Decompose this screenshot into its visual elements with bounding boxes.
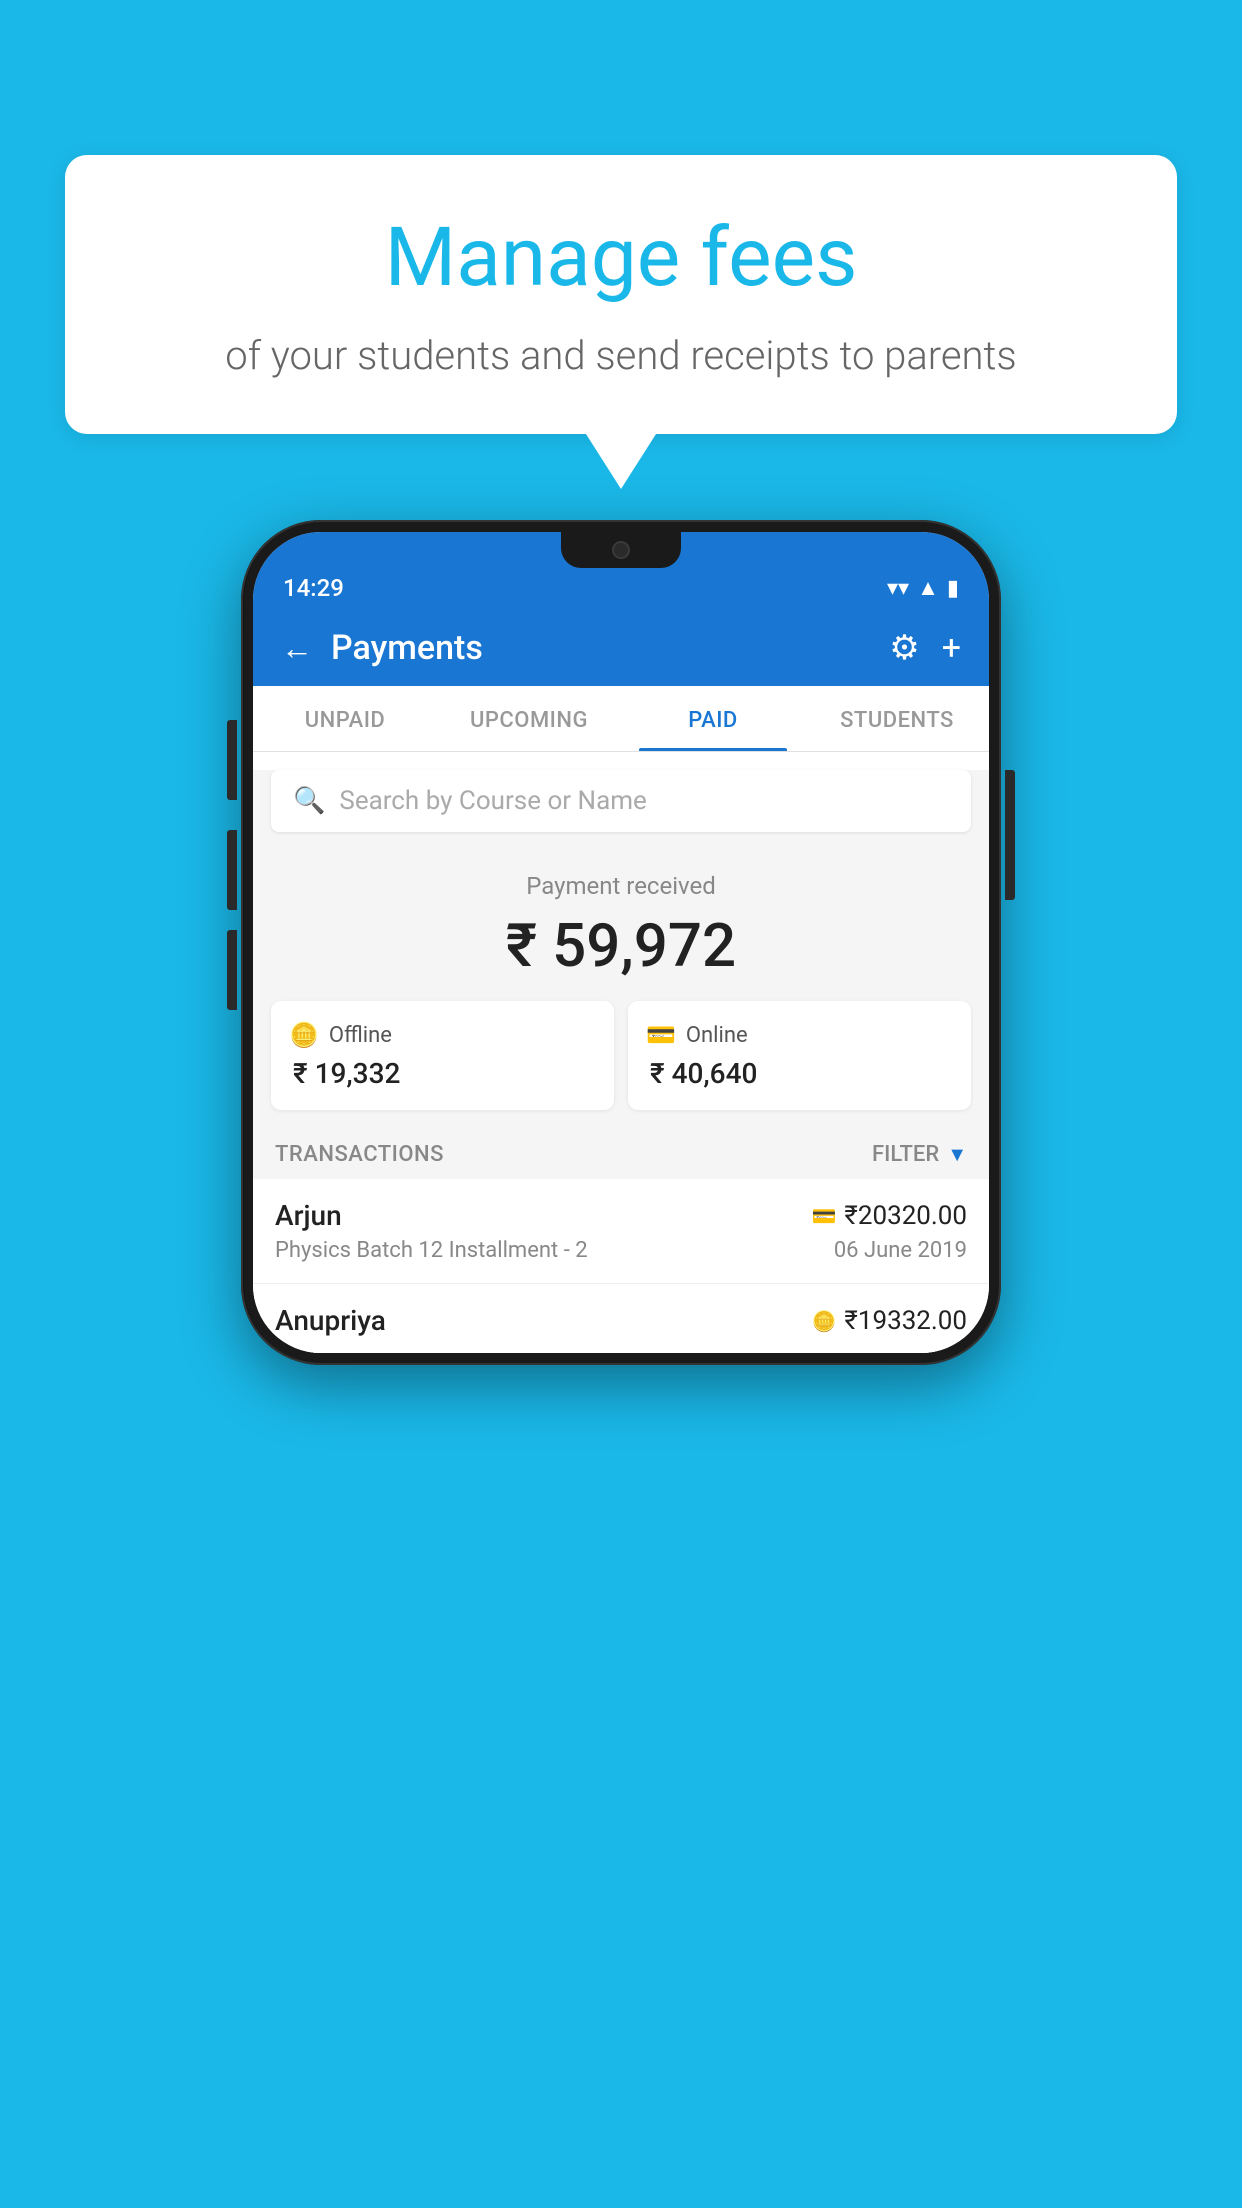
tabs: UNPAID UPCOMING PAID STUDENTS (253, 686, 989, 752)
app-bar-right: ⚙ + (889, 628, 961, 668)
phone-container: 14:29 ▾▾ ▲ ▮ ← Payments ⚙ + (241, 520, 1001, 1365)
payment-received-label: Payment received (273, 872, 969, 900)
online-icon: 💳 (646, 1021, 676, 1049)
transaction-amount-row-2: 🪙 ₹19332.00 (812, 1306, 968, 1336)
offline-card: 🪙 Offline ₹ 19,332 (271, 1001, 614, 1110)
card-payment-icon: 💳 (812, 1204, 837, 1228)
speech-bubble-container: Manage fees of your students and send re… (65, 155, 1177, 489)
offline-card-header: 🪙 Offline (289, 1021, 596, 1049)
search-bar[interactable]: 🔍 Search by Course or Name (271, 770, 971, 832)
add-button[interactable]: + (942, 628, 961, 668)
transaction-row-1-partial: Anupriya 🪙 ₹19332.00 (275, 1304, 967, 1337)
cash-payment-icon: 🪙 (812, 1309, 837, 1333)
payment-summary: Payment received ₹ 59,972 (253, 844, 989, 1001)
app-title: Payments (331, 628, 483, 668)
online-card-header: 💳 Online (646, 1021, 953, 1049)
signal-icon: ▲ (917, 575, 939, 601)
online-amount: ₹ 40,640 (646, 1057, 953, 1090)
phone-outer: 14:29 ▾▾ ▲ ▮ ← Payments ⚙ + (241, 520, 1001, 1365)
transaction-row-1: Arjun 💳 ₹20320.00 (275, 1199, 967, 1232)
tab-upcoming[interactable]: UPCOMING (437, 686, 621, 751)
transaction-name-2: Anupriya (275, 1304, 386, 1337)
transaction-amount: ₹20320.00 (844, 1201, 967, 1231)
transaction-name: Arjun (275, 1199, 342, 1232)
app-bar-left: ← Payments (281, 628, 483, 668)
transactions-label: TRANSACTIONS (275, 1142, 444, 1167)
tab-unpaid[interactable]: UNPAID (253, 686, 437, 751)
transaction-item-partial[interactable]: Anupriya 🪙 ₹19332.00 (253, 1284, 989, 1353)
filter-button[interactable]: FILTER ▼ (872, 1142, 967, 1167)
cards-row: 🪙 Offline ₹ 19,332 💳 Online ₹ 40,640 (253, 1001, 989, 1128)
back-button[interactable]: ← (281, 629, 313, 667)
total-amount: ₹ 59,972 (273, 910, 969, 981)
manage-fees-title: Manage fees (125, 210, 1117, 306)
status-time: 14:29 (283, 574, 344, 602)
transaction-amount-row: 💳 ₹20320.00 (812, 1201, 968, 1231)
settings-icon[interactable]: ⚙ (889, 628, 919, 668)
offline-amount: ₹ 19,332 (289, 1057, 596, 1090)
phone-screen: 14:29 ▾▾ ▲ ▮ ← Payments ⚙ + (253, 532, 989, 1353)
transactions-header: TRANSACTIONS FILTER ▼ (253, 1128, 989, 1179)
status-icons: ▾▾ ▲ ▮ (887, 575, 959, 601)
bubble-tail (586, 434, 656, 489)
transaction-course: Physics Batch 12 Installment - 2 (275, 1238, 588, 1263)
transaction-date: 06 June 2019 (834, 1238, 967, 1263)
filter-label: FILTER (872, 1142, 939, 1167)
wifi-icon: ▾▾ (887, 576, 909, 601)
online-card: 💳 Online ₹ 40,640 (628, 1001, 971, 1110)
filter-icon: ▼ (947, 1142, 967, 1167)
manage-fees-subtitle: of your students and send receipts to pa… (125, 328, 1117, 384)
offline-label: Offline (329, 1023, 392, 1048)
search-placeholder: Search by Course or Name (339, 786, 646, 816)
tab-paid[interactable]: PAID (621, 686, 805, 751)
speech-bubble: Manage fees of your students and send re… (65, 155, 1177, 434)
online-label: Online (686, 1023, 748, 1048)
content-area: 🔍 Search by Course or Name Payment recei… (253, 770, 989, 1353)
search-icon: 🔍 (293, 786, 325, 816)
battery-icon: ▮ (947, 576, 959, 601)
tab-students[interactable]: STUDENTS (805, 686, 989, 751)
transaction-item[interactable]: Arjun 💳 ₹20320.00 Physics Batch 12 Insta… (253, 1179, 989, 1284)
offline-icon: 🪙 (289, 1021, 319, 1049)
transaction-row-2: Physics Batch 12 Installment - 2 06 June… (275, 1238, 967, 1263)
app-bar: ← Payments ⚙ + (253, 610, 989, 686)
transaction-amount-2: ₹19332.00 (844, 1306, 967, 1336)
camera (612, 541, 630, 559)
phone-notch (561, 532, 681, 568)
